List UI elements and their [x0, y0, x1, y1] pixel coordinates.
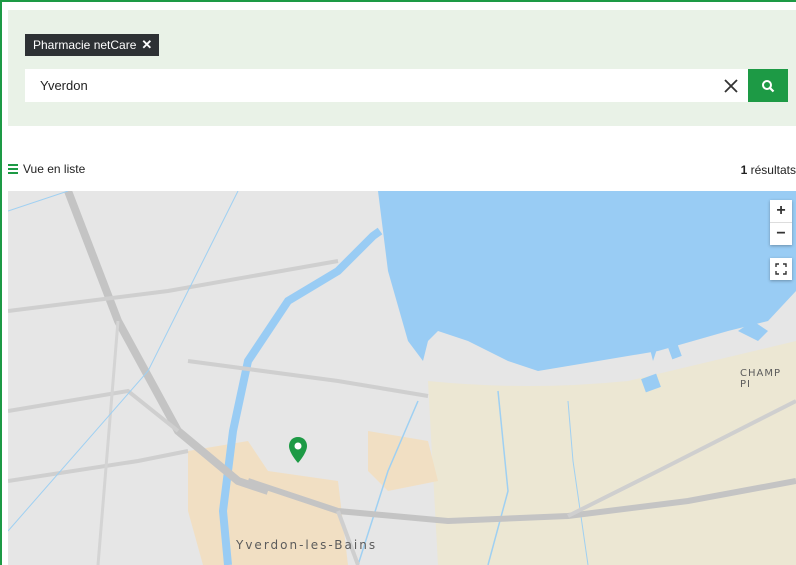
results-number: 1: [740, 163, 748, 177]
remove-filter-icon[interactable]: ✕: [141, 34, 152, 56]
fullscreen-icon: [775, 263, 787, 275]
town-label: Yverdon-les-Bains: [236, 538, 378, 552]
results-count: 1 résultats: [741, 162, 796, 178]
zoom-in-button[interactable]: +: [770, 200, 792, 222]
list-icon: [8, 164, 18, 174]
pharmacy-marker-icon[interactable]: [288, 436, 308, 464]
zoom-controls: + −: [770, 200, 792, 245]
search-icon: [762, 79, 775, 92]
search-panel: Pharmacie netCare ✕: [8, 10, 796, 126]
list-view-label: Vue en liste: [23, 162, 86, 176]
list-bar: Vue en liste 1 résultats: [8, 162, 796, 182]
search-input[interactable]: [25, 69, 720, 102]
map[interactable]: Yverdon-les-Bains CHAMP PI: [8, 191, 796, 565]
fullscreen-button[interactable]: [770, 258, 792, 280]
list-view-toggle[interactable]: Vue en liste: [8, 162, 85, 176]
district-label: CHAMP PI: [740, 368, 782, 390]
results-label: résultats: [750, 163, 796, 177]
clear-search-icon[interactable]: [719, 74, 743, 98]
search-button[interactable]: [748, 69, 788, 102]
filter-tag-label: Pharmacie netCare: [33, 38, 137, 52]
zoom-out-button[interactable]: −: [770, 222, 792, 245]
filter-tag[interactable]: Pharmacie netCare ✕: [25, 34, 160, 56]
search-row: [25, 69, 788, 102]
map-base: [8, 191, 796, 565]
